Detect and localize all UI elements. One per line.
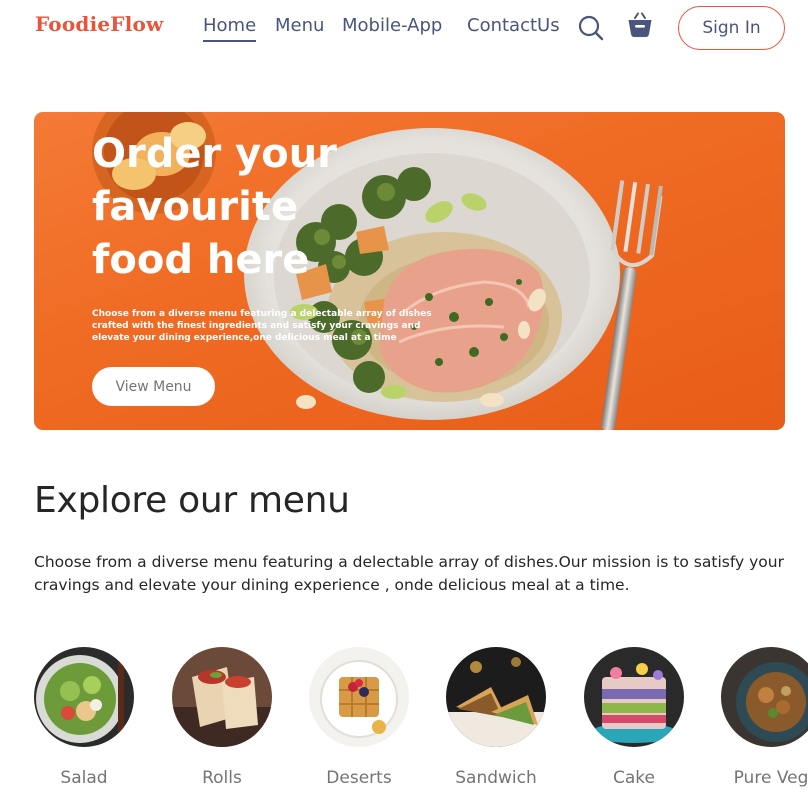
menu-item-salad[interactable]: Salad: [34, 647, 134, 797]
rolls-image: [172, 647, 272, 747]
view-menu-button[interactable]: View Menu: [92, 367, 215, 406]
hero-title: Order your favourite food here: [92, 131, 337, 283]
menu-item-cake[interactable]: Cake: [584, 647, 684, 797]
menu-item-pure-veg[interactable]: Pure Veg: [721, 647, 808, 797]
pure-veg-image: [721, 647, 808, 747]
menu-item-deserts[interactable]: Deserts: [309, 647, 409, 797]
explore-menu-title: Explore our menu: [34, 480, 350, 521]
menu-item-label: Sandwich: [455, 768, 537, 788]
menu-item-rolls[interactable]: Rolls: [172, 647, 272, 797]
nav-link-home[interactable]: Home: [203, 15, 257, 42]
nav-link-mobile-app[interactable]: Mobile-App: [342, 15, 442, 36]
sandwich-image: [446, 647, 546, 747]
hero-banner: Order your favourite food here Choose fr…: [34, 112, 785, 430]
basket-icon[interactable]: [626, 12, 654, 40]
nav-link-contact-us[interactable]: ContactUs: [467, 15, 560, 36]
logo[interactable]: FoodieFlow: [35, 12, 163, 36]
nav-link-menu[interactable]: Menu: [275, 15, 324, 36]
deserts-image: [309, 647, 409, 747]
menu-item-label: Deserts: [326, 768, 392, 788]
menu-item-label: Salad: [60, 768, 108, 788]
menu-category-list: Salad Rolls Deserts Sandwich Cake Pure V…: [34, 647, 808, 797]
hero-description: Choose from a diverse menu featuring a d…: [92, 309, 432, 343]
explore-menu-text: Choose from a diverse menu featuring a d…: [34, 553, 784, 594]
menu-item-sandwich[interactable]: Sandwich: [446, 647, 546, 797]
cake-image: [584, 647, 684, 747]
salad-image: [34, 647, 134, 747]
search-icon[interactable]: [577, 14, 605, 42]
navbar: FoodieFlow Home Menu Mobile-App ContactU…: [0, 0, 808, 60]
menu-item-label: Cake: [613, 768, 655, 788]
menu-item-label: Rolls: [202, 768, 242, 788]
menu-item-label: Pure Veg: [733, 768, 808, 788]
sign-in-button[interactable]: Sign In: [678, 6, 785, 50]
